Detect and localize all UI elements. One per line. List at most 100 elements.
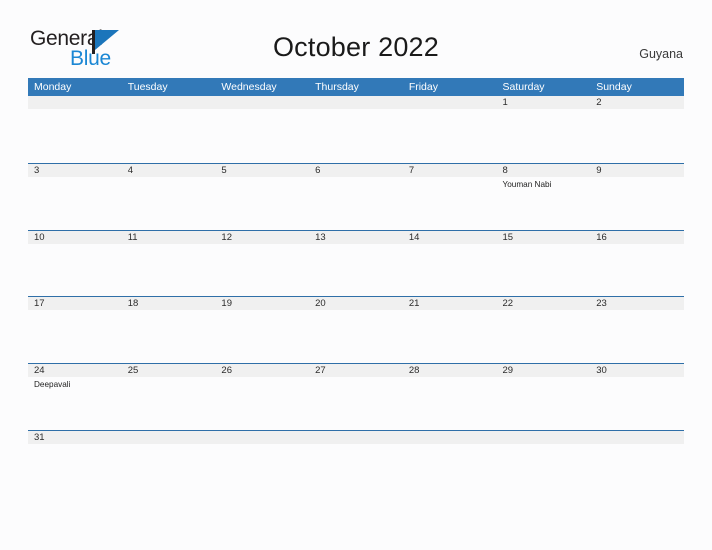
- calendar-week-row: 24 25 26 27 28 29 30 Deepavali: [28, 363, 684, 430]
- day-number-empty: [497, 431, 591, 444]
- day-cell[interactable]: [122, 244, 216, 296]
- day-cell[interactable]: [590, 310, 684, 362]
- day-number[interactable]: 19: [215, 297, 309, 310]
- day-cell[interactable]: Youman Nabi: [497, 177, 591, 229]
- day-cell[interactable]: [403, 244, 497, 296]
- day-number[interactable]: 14: [403, 231, 497, 244]
- week-event-band: [28, 244, 684, 296]
- day-number-empty: [403, 431, 497, 444]
- day-cell[interactable]: [28, 109, 122, 161]
- calendar-grid: Monday Tuesday Wednesday Thursday Friday…: [28, 78, 684, 497]
- day-number[interactable]: 4: [122, 164, 216, 177]
- calendar-week-row: 31: [28, 429, 684, 497]
- day-cell[interactable]: [28, 177, 122, 229]
- day-cell[interactable]: [590, 244, 684, 296]
- day-number[interactable]: 10: [28, 231, 122, 244]
- weekday-header-saturday: Saturday: [502, 81, 545, 93]
- day-number[interactable]: 15: [497, 231, 591, 244]
- day-cell[interactable]: Deepavali: [28, 377, 122, 429]
- week-date-band: 31: [28, 430, 684, 444]
- day-cell[interactable]: [215, 377, 309, 429]
- weekday-header-sunday: Sunday: [596, 81, 632, 93]
- day-cell[interactable]: [403, 177, 497, 229]
- day-cell[interactable]: [215, 244, 309, 296]
- day-cell[interactable]: [590, 109, 684, 161]
- calendar-week-row: 3 4 5 6 7 8 9 Youman Nabi: [28, 162, 684, 230]
- day-number[interactable]: 1: [497, 96, 591, 109]
- day-number[interactable]: 3: [28, 164, 122, 177]
- day-number[interactable]: 27: [309, 364, 403, 377]
- day-cell[interactable]: [497, 310, 591, 362]
- day-number[interactable]: 5: [215, 164, 309, 177]
- calendar-week-row: 10 11 12 13 14 15 16: [28, 229, 684, 297]
- day-cell[interactable]: [403, 109, 497, 161]
- calendar-weeks: 1 2 3 4 5 6 7 8 9 Youman Nabi 10 11 12 13 14 15 16 17 18 19…: [28, 96, 684, 497]
- day-cell[interactable]: [403, 310, 497, 362]
- day-cell[interactable]: [403, 444, 497, 496]
- day-cell[interactable]: [215, 444, 309, 496]
- weekday-header-tuesday: Tuesday: [127, 81, 168, 93]
- week-date-band: 17 18 19 20 21 22 23: [28, 297, 684, 311]
- holiday-label: Youman Nabi: [502, 179, 552, 189]
- day-number-empty: [309, 96, 403, 109]
- country-label: Guyana: [639, 47, 683, 61]
- day-number[interactable]: 20: [309, 297, 403, 310]
- week-date-band: 3456789: [28, 163, 684, 177]
- day-number[interactable]: 24: [28, 364, 122, 377]
- day-cell[interactable]: [309, 109, 403, 161]
- day-cell[interactable]: [28, 310, 122, 362]
- day-cell[interactable]: [122, 310, 216, 362]
- day-cell[interactable]: [590, 444, 684, 496]
- weekday-header-thursday: Thursday: [315, 81, 359, 93]
- day-cell[interactable]: [590, 177, 684, 229]
- day-number[interactable]: 31: [28, 431, 122, 444]
- day-cell[interactable]: [122, 377, 216, 429]
- week-event-band: Deepavali: [28, 377, 684, 429]
- day-cell[interactable]: [403, 377, 497, 429]
- day-number[interactable]: 2: [590, 96, 684, 109]
- day-number-empty: [309, 431, 403, 444]
- day-cell[interactable]: [497, 109, 591, 161]
- day-number-empty: [122, 96, 216, 109]
- day-cell[interactable]: [309, 444, 403, 496]
- day-number[interactable]: 9: [590, 164, 684, 177]
- day-number[interactable]: 8: [497, 164, 591, 177]
- day-cell[interactable]: [497, 377, 591, 429]
- day-cell[interactable]: [28, 444, 122, 496]
- day-cell[interactable]: [309, 177, 403, 229]
- day-cell[interactable]: [309, 244, 403, 296]
- day-number[interactable]: 30: [590, 364, 684, 377]
- day-number[interactable]: 25: [122, 364, 216, 377]
- day-cell[interactable]: [122, 177, 216, 229]
- day-number[interactable]: 23: [590, 297, 684, 310]
- page-title: October 2022: [272, 32, 439, 62]
- day-number[interactable]: 22: [497, 297, 591, 310]
- day-cell[interactable]: [215, 177, 309, 229]
- day-cell[interactable]: [590, 377, 684, 429]
- day-cell[interactable]: [28, 244, 122, 296]
- day-number[interactable]: 6: [309, 164, 403, 177]
- day-number[interactable]: 28: [403, 364, 497, 377]
- day-cell[interactable]: [215, 109, 309, 161]
- day-cell[interactable]: [122, 444, 216, 496]
- weekday-header-friday: Friday: [408, 81, 438, 93]
- day-cell[interactable]: [309, 377, 403, 429]
- week-date-band: 12: [28, 96, 684, 109]
- day-number[interactable]: 21: [403, 297, 497, 310]
- day-number[interactable]: 16: [590, 231, 684, 244]
- day-number[interactable]: 18: [122, 297, 216, 310]
- day-cell[interactable]: [122, 109, 216, 161]
- day-cell[interactable]: [215, 310, 309, 362]
- week-date-band: 10 11 12 13 14 15 16: [28, 230, 684, 244]
- day-number[interactable]: 29: [497, 364, 591, 377]
- day-number[interactable]: 13: [309, 231, 403, 244]
- day-number[interactable]: 26: [215, 364, 309, 377]
- day-number-empty: [590, 431, 684, 444]
- day-number[interactable]: 7: [403, 164, 497, 177]
- day-number[interactable]: 12: [215, 231, 309, 244]
- day-number[interactable]: 11: [122, 231, 216, 244]
- day-cell[interactable]: [497, 444, 591, 496]
- day-cell[interactable]: [497, 244, 591, 296]
- day-cell[interactable]: [309, 310, 403, 362]
- day-number[interactable]: 17: [28, 297, 122, 310]
